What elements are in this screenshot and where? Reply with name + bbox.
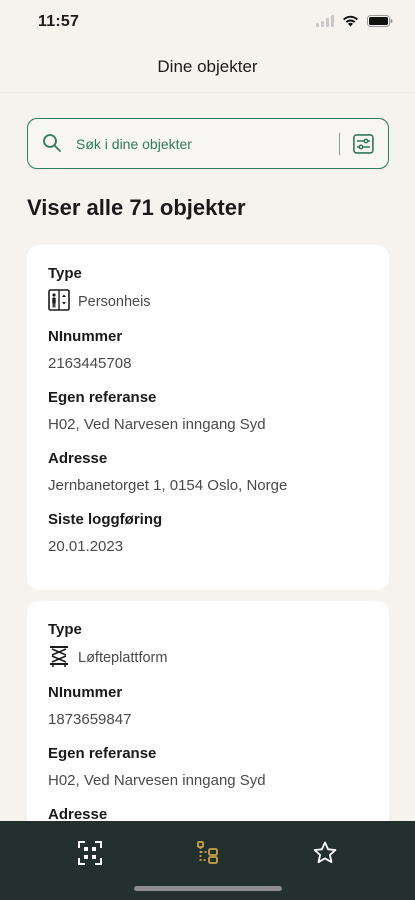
page-title: Dine objekter [157, 57, 258, 76]
adresse-label: Adresse [48, 450, 108, 467]
elevator-icon [48, 288, 70, 316]
search-input[interactable]: Søk i dine objekter [27, 118, 389, 169]
egen-referanse-label: Egen referanse [48, 389, 157, 406]
scan-icon[interactable] [76, 839, 104, 867]
egen-referanse-value: H02, Ved Narvesen inngang Syd [48, 772, 266, 789]
siste-loggforing-value: 20.01.2023 [48, 538, 124, 555]
header-divider [0, 92, 415, 93]
status-time: 11:57 [38, 13, 80, 30]
wifi-icon [342, 14, 359, 32]
egen-referanse-value: H02, Ved Narvesen inngang Syd [48, 416, 266, 433]
type-label: Type [48, 265, 82, 282]
search-icon [42, 133, 62, 158]
battery-icon [367, 14, 393, 32]
status-bar: 11:57 [0, 0, 415, 44]
nav-header: Dine objekter [0, 44, 415, 92]
siste-loggforing-label: Siste loggføring [48, 511, 163, 528]
home-indicator [134, 886, 282, 891]
lift-platform-icon [48, 645, 70, 672]
screen: 11:57 Dine objekter Søk i dine objekter … [0, 0, 415, 900]
ninummer-value: 1873659847 [48, 711, 132, 728]
star-icon[interactable] [311, 839, 339, 867]
search-divider [339, 133, 340, 155]
result-heading: Viser alle 71 objekter [27, 195, 246, 220]
filter-icon[interactable] [353, 134, 374, 159]
ninummer-value: 2163445708 [48, 355, 132, 372]
type-label: Type [48, 621, 82, 638]
status-icons [316, 14, 393, 32]
object-card[interactable]: Type Personheis NInummer 2163445708 Egen… [27, 245, 389, 590]
ninummer-label: NInummer [48, 684, 123, 701]
type-value: Personheis [78, 294, 151, 310]
type-value: Løfteplattform [78, 650, 168, 666]
type-row: Løfteplattform [48, 645, 368, 672]
objects-list-icon[interactable] [194, 839, 222, 867]
adresse-value: Jernbanetorget 1, 0154 Oslo, Norge [48, 477, 288, 494]
type-row: Personheis [48, 288, 368, 316]
ninummer-label: NInummer [48, 328, 123, 345]
egen-referanse-label: Egen referanse [48, 745, 157, 762]
signal-icon [316, 14, 334, 32]
search-placeholder: Søk i dine objekter [76, 136, 192, 152]
